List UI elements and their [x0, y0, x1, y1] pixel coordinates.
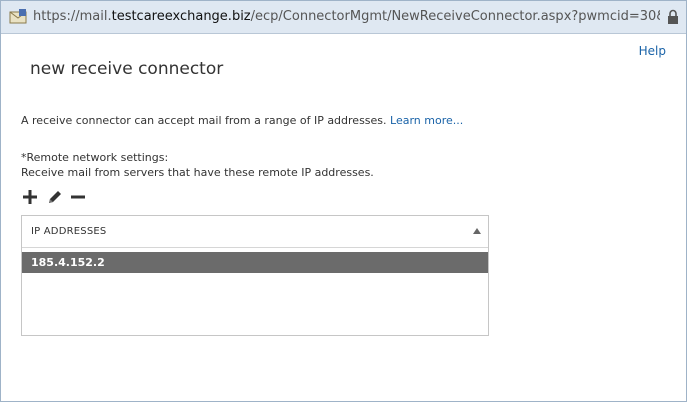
page-title: new receive connector — [30, 59, 224, 79]
url-prefix: https://mail. — [33, 9, 112, 24]
lock-icon — [668, 9, 678, 24]
add-icon[interactable] — [21, 188, 39, 206]
ip-toolbar — [21, 188, 101, 208]
sort-ascending-icon[interactable] — [473, 228, 481, 234]
url-text[interactable]: https://mail.testcareexchange.biz/ecp/Co… — [33, 8, 660, 26]
edit-icon[interactable] — [46, 188, 64, 206]
table-row[interactable]: 185.4.152.2 — [22, 252, 488, 273]
ip-column-header[interactable]: IP ADDRESSES — [22, 216, 488, 248]
intro-text: A receive connector can accept mail from… — [21, 114, 463, 127]
dialog-window: https://mail.testcareexchange.biz/ecp/Co… — [0, 0, 687, 402]
ip-address-list[interactable]: IP ADDRESSES 185.4.152.2 — [21, 215, 489, 336]
page-mail-icon — [9, 9, 27, 24]
learn-more-link[interactable]: Learn more... — [390, 114, 463, 127]
ip-address-value: 185.4.152.2 — [31, 256, 105, 269]
remote-network-label: *Remote network settings: — [21, 151, 169, 164]
remove-icon[interactable] — [69, 188, 87, 206]
url-path: /ecp/ConnectorMgmt/NewReceiveConnector.a… — [250, 9, 660, 24]
address-bar[interactable]: https://mail.testcareexchange.biz/ecp/Co… — [1, 1, 686, 34]
url-host: testcareexchange.biz — [111, 9, 251, 24]
intro-sentence: A receive connector can accept mail from… — [21, 114, 391, 127]
ip-column-header-label: IP ADDRESSES — [31, 226, 107, 237]
remote-network-description: Receive mail from servers that have thes… — [21, 166, 374, 179]
help-link[interactable]: Help — [639, 44, 666, 58]
